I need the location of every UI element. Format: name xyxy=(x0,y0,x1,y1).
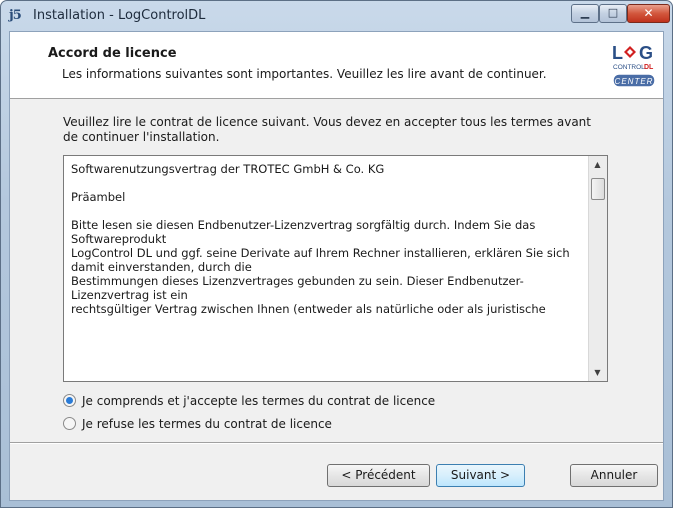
license-text: Softwarenutzungsvertrag der TROTEC GmbH … xyxy=(71,162,586,316)
refuse-label: Je refuse les termes du contrat de licen… xyxy=(82,417,332,431)
maximize-button[interactable]: □ xyxy=(599,4,627,23)
page-subtitle: Les informations suivantes sont importan… xyxy=(62,67,547,81)
title-bar[interactable]: j5 Installation - LogControlDL ▁ □ ✕ xyxy=(1,1,672,31)
scroll-down-arrow-icon[interactable]: ▼ xyxy=(589,364,606,381)
accept-radio[interactable] xyxy=(63,394,76,407)
footer-divider xyxy=(10,442,663,444)
close-icon: ✕ xyxy=(643,6,654,20)
minimize-icon: ▁ xyxy=(580,6,590,19)
dialog-client-area: Accord de licence Les informations suiva… xyxy=(9,31,664,501)
accept-label: Je comprends et j'accepte les termes du … xyxy=(82,394,436,408)
installer-icon: j5 xyxy=(9,8,22,23)
refuse-radio[interactable] xyxy=(63,417,76,430)
license-line: Bestimmungen dieses Lizenzvertrages gebu… xyxy=(71,274,524,302)
license-line: Bitte lesen sie diesen Endbenutzer-Lizen… xyxy=(71,218,536,246)
logcontrol-logo: L G CONTROL DL CENTER xyxy=(612,43,656,88)
window-title: Installation - LogControlDL xyxy=(33,8,206,23)
scroll-thumb[interactable] xyxy=(591,178,605,200)
next-button[interactable]: Suivant > xyxy=(436,464,525,487)
logo-badge-text: CENTER xyxy=(615,77,654,86)
accept-option[interactable]: Je comprends et j'accepte les termes du … xyxy=(63,392,435,410)
wizard-header: Accord de licence Les informations suiva… xyxy=(10,32,663,99)
previous-button[interactable]: < Précédent xyxy=(327,464,430,487)
wizard-content: Veuillez lire le contrat de licence suiv… xyxy=(10,99,663,442)
logo-dl-text: DL xyxy=(644,64,654,71)
license-line: rechtsgültiger Vertrag zwischen Ihnen (e… xyxy=(71,302,546,316)
license-instructions: Veuillez lire le contrat de licence suiv… xyxy=(63,115,591,144)
logo-control-text: CONTROL xyxy=(613,64,645,71)
logo-letter-g: G xyxy=(639,43,653,63)
license-line: LogControl DL und ggf. seine Derivate au… xyxy=(71,246,570,274)
logo-letter-l: L xyxy=(612,43,623,63)
license-textbox[interactable]: Softwarenutzungsvertrag der TROTEC GmbH … xyxy=(63,155,608,382)
license-line: Softwarenutzungsvertrag der TROTEC GmbH … xyxy=(71,162,385,176)
cancel-button[interactable]: Annuler xyxy=(570,464,658,487)
license-line: Präambel xyxy=(71,190,126,204)
minimize-button[interactable]: ▁ xyxy=(571,4,599,23)
installer-window: j5 Installation - LogControlDL ▁ □ ✕ Acc… xyxy=(0,0,673,508)
page-title: Accord de licence xyxy=(48,46,177,61)
scroll-up-arrow-icon[interactable]: ▲ xyxy=(589,156,606,173)
vertical-scrollbar[interactable]: ▲ ▼ xyxy=(588,156,607,381)
close-button[interactable]: ✕ xyxy=(627,4,670,23)
refuse-option[interactable]: Je refuse les termes du contrat de licen… xyxy=(63,415,332,433)
maximize-icon: □ xyxy=(607,6,619,19)
